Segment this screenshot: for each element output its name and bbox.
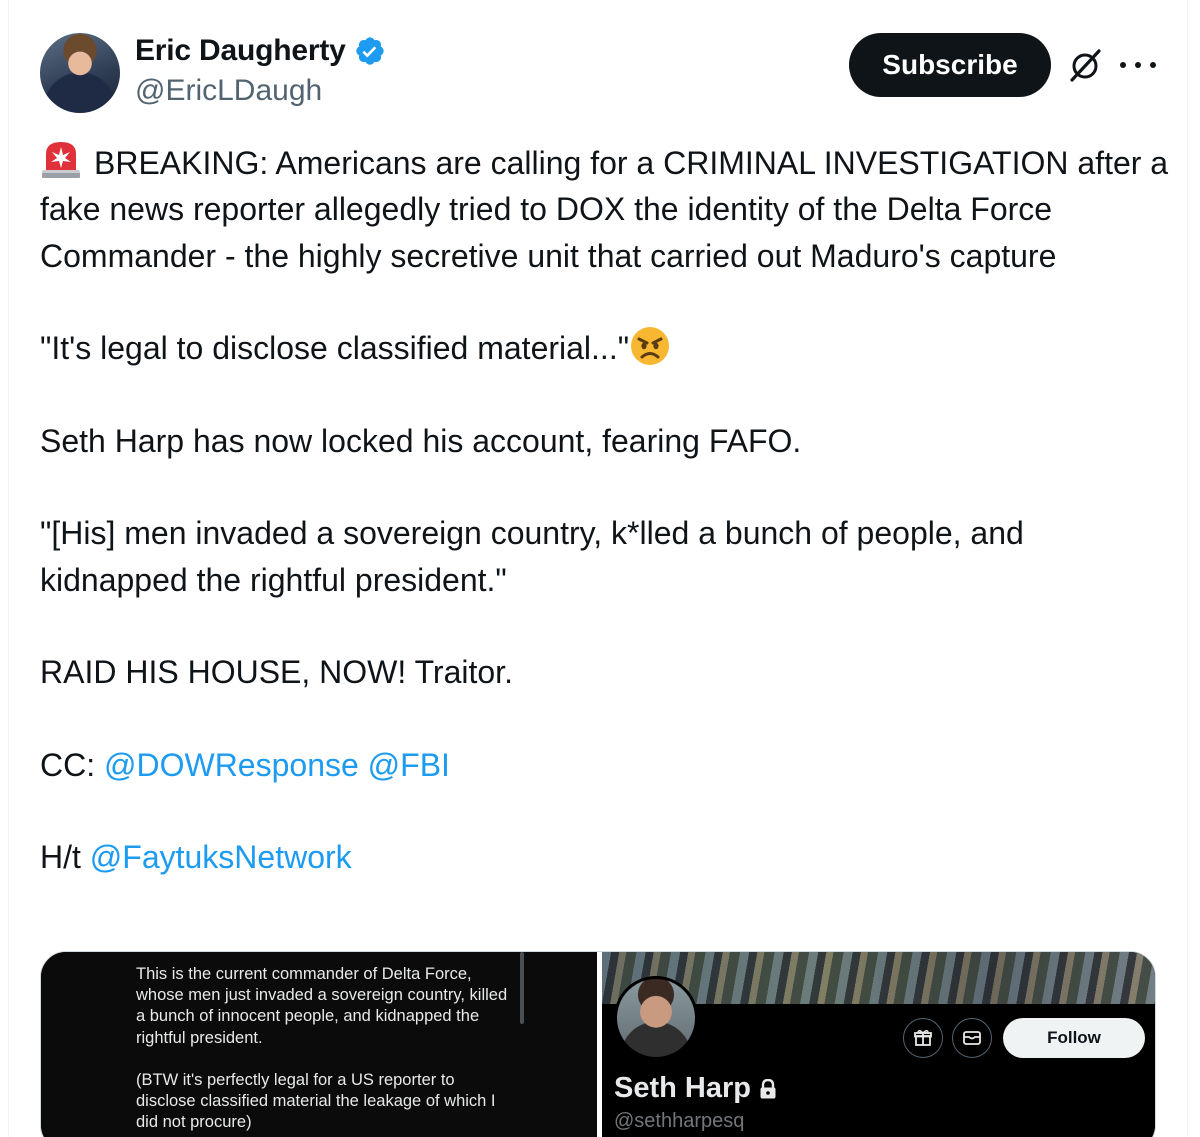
ht-prefix: H/t bbox=[40, 839, 90, 876]
angry-face-emoji bbox=[631, 327, 670, 366]
profile-name: Seth Harp bbox=[614, 1072, 751, 1104]
profile-follow-button: Follow bbox=[1003, 1018, 1145, 1058]
mention-link-dowresponse[interactable]: @DOWResponse bbox=[104, 747, 359, 783]
tweet-paragraph-2: "It's legal to disclose classified mater… bbox=[40, 325, 1170, 371]
author-handle[interactable]: @EricLDaugh bbox=[135, 74, 322, 108]
subscribe-button[interactable]: Subscribe bbox=[849, 33, 1051, 97]
quote-scrollbar bbox=[520, 952, 524, 1024]
tweet-paragraph-1: BREAKING: Americans are calling for a CR… bbox=[40, 140, 1170, 279]
profile-avatar bbox=[614, 976, 698, 1060]
author-name-row: Eric Daugherty bbox=[135, 34, 386, 68]
media-image-profile-screenshot[interactable]: Follow Seth Harp @sethharpesq bbox=[602, 952, 1155, 1137]
message-icon-glyph bbox=[963, 1031, 981, 1045]
card-right-border bbox=[1187, 0, 1188, 1137]
grok-icon[interactable] bbox=[1066, 46, 1104, 84]
profile-handle: @sethharpesq bbox=[614, 1110, 745, 1132]
card-left-border bbox=[8, 0, 9, 1137]
mention-link-faytuksnetwork[interactable]: @FaytuksNetwork bbox=[90, 839, 352, 875]
rotating-light-emoji bbox=[42, 142, 80, 178]
quote-text: This is the current commander of Delta F… bbox=[136, 964, 516, 1133]
media-image-quote-screenshot[interactable]: This is the current commander of Delta F… bbox=[41, 952, 597, 1137]
author-display-name[interactable]: Eric Daugherty bbox=[135, 34, 346, 68]
tweet-paragraph-3: Seth Harp has now locked his account, fe… bbox=[40, 422, 802, 459]
quote-gap bbox=[136, 1049, 516, 1070]
gift-icon bbox=[903, 1018, 943, 1058]
media-grid[interactable]: This is the current commander of Delta F… bbox=[40, 951, 1156, 1137]
lock-icon bbox=[760, 1078, 776, 1098]
tweet-text: BREAKING: Americans are calling for a CR… bbox=[40, 140, 1170, 881]
author-avatar[interactable] bbox=[40, 33, 120, 113]
tweet-paragraph-6: CC: @DOWResponse @FBI bbox=[40, 742, 1170, 788]
mention-link-fbi[interactable]: @FBI bbox=[368, 747, 450, 783]
more-dot bbox=[1120, 62, 1126, 68]
tweet-paragraph-1-text: BREAKING: Americans are calling for a CR… bbox=[40, 145, 1169, 274]
tweet-card: Eric Daugherty @EricLDaugh Subscribe BRE… bbox=[0, 0, 1200, 1137]
tweet-paragraph-7: H/t @FaytuksNetwork bbox=[40, 834, 1170, 880]
tweet-paragraph-4: "[His] men invaded a sovereign country, … bbox=[40, 515, 1024, 598]
quote-paragraph-2: (BTW it's perfectly legal for a US repor… bbox=[136, 1070, 496, 1132]
verified-badge-icon bbox=[355, 37, 384, 65]
more-dot bbox=[1135, 62, 1141, 68]
cc-prefix: CC: bbox=[40, 746, 104, 783]
more-dot bbox=[1150, 62, 1156, 68]
tweet-paragraph-5: RAID HIS HOUSE, NOW! Traitor. bbox=[40, 654, 513, 691]
tweet-paragraph-2-text: "It's legal to disclose classified mater… bbox=[40, 330, 630, 367]
message-icon bbox=[952, 1018, 992, 1058]
profile-name-row: Seth Harp bbox=[614, 1072, 777, 1105]
quote-paragraph-1: This is the current commander of Delta F… bbox=[136, 965, 508, 1047]
more-options-icon[interactable] bbox=[1120, 50, 1156, 80]
gift-icon-glyph bbox=[914, 1029, 932, 1046]
